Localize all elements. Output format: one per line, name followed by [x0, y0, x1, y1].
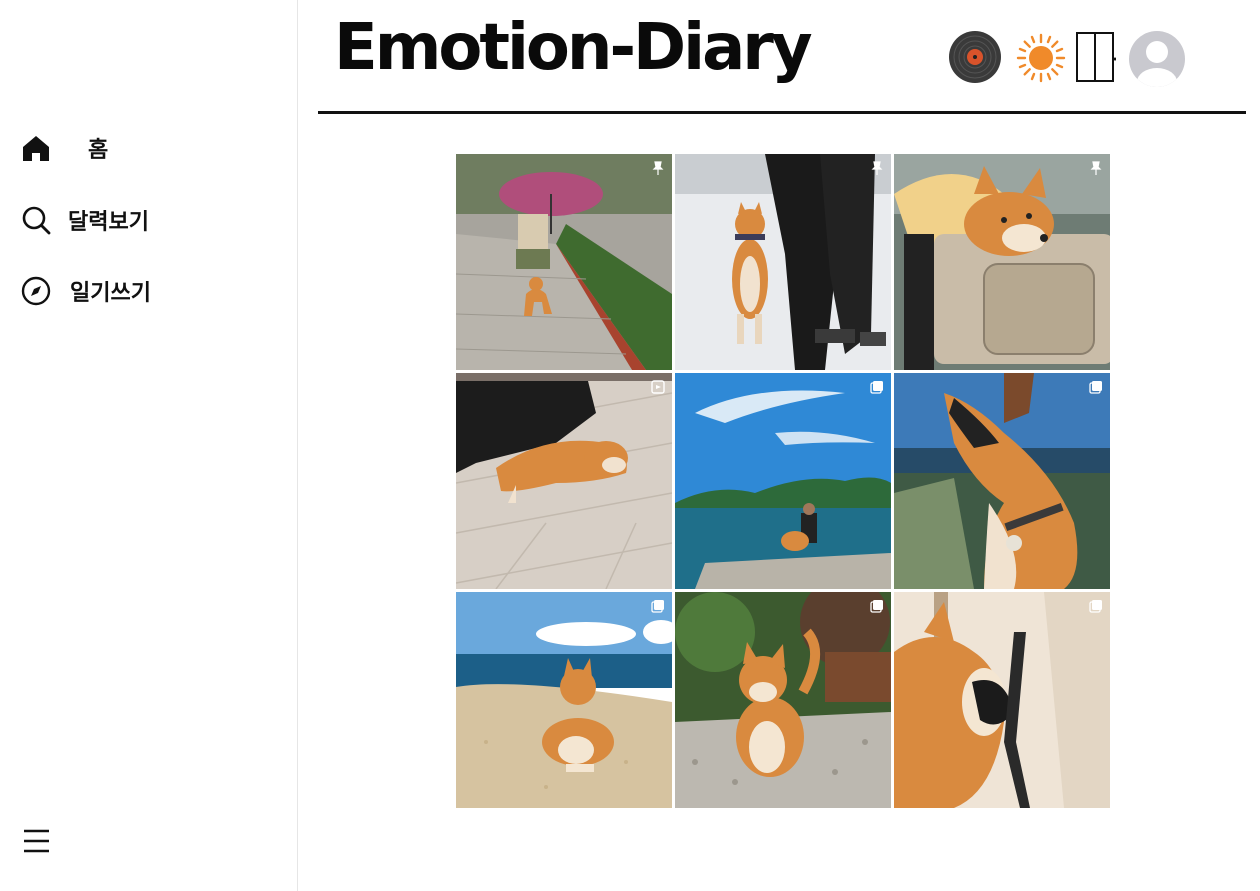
pin-icon [652, 161, 664, 175]
sidebar-item-home[interactable]: 홈 [20, 132, 108, 164]
vinyl-record-icon[interactable] [948, 30, 1002, 84]
compass-icon [20, 275, 52, 307]
pin-icon [871, 161, 883, 175]
photo [894, 592, 1110, 808]
photo-grid [456, 154, 1112, 810]
photo-tile-9[interactable] [894, 592, 1110, 808]
carousel-icon [870, 381, 883, 394]
reel-icon [651, 380, 665, 394]
photo [675, 373, 891, 589]
sidebar-item-label: 일기쓰기 [70, 281, 151, 306]
photo [456, 154, 672, 370]
pin-icon [1090, 161, 1102, 175]
avatar-icon[interactable] [1128, 30, 1186, 88]
photo [675, 592, 891, 808]
carousel-icon [870, 600, 883, 613]
carousel-icon [651, 600, 664, 613]
photo [894, 154, 1110, 370]
photo [456, 592, 672, 808]
photo [456, 373, 672, 589]
photo-tile-6[interactable] [894, 373, 1110, 589]
sidebar-item-write[interactable]: 일기쓰기 [20, 275, 151, 307]
photo-tile-7[interactable] [456, 592, 672, 808]
photo-tile-4[interactable] [456, 373, 672, 589]
sun-icon[interactable] [1016, 33, 1066, 83]
home-icon [20, 132, 52, 164]
photo-tile-3[interactable] [894, 154, 1110, 370]
photo [675, 154, 891, 370]
sidebar-item-label: 홈 [88, 138, 109, 163]
photo-tile-8[interactable] [675, 592, 891, 808]
sidebar: 홈 달력보기 일기쓰기 [0, 0, 298, 891]
door-icon[interactable] [1076, 32, 1117, 84]
carousel-icon [1089, 381, 1102, 394]
photo-tile-5[interactable] [675, 373, 891, 589]
photo-tile-2[interactable] [675, 154, 891, 370]
header: Emotion-Diary [318, 0, 1246, 114]
photo [894, 373, 1110, 589]
carousel-icon [1089, 600, 1102, 613]
search-icon [20, 204, 52, 236]
sidebar-item-calendar[interactable]: 달력보기 [20, 204, 149, 236]
hamburger-menu-icon[interactable] [22, 826, 52, 856]
app-title[interactable]: Emotion-Diary [334, 16, 813, 80]
photo-tile-1[interactable] [456, 154, 672, 370]
sidebar-item-label: 달력보기 [68, 210, 149, 235]
